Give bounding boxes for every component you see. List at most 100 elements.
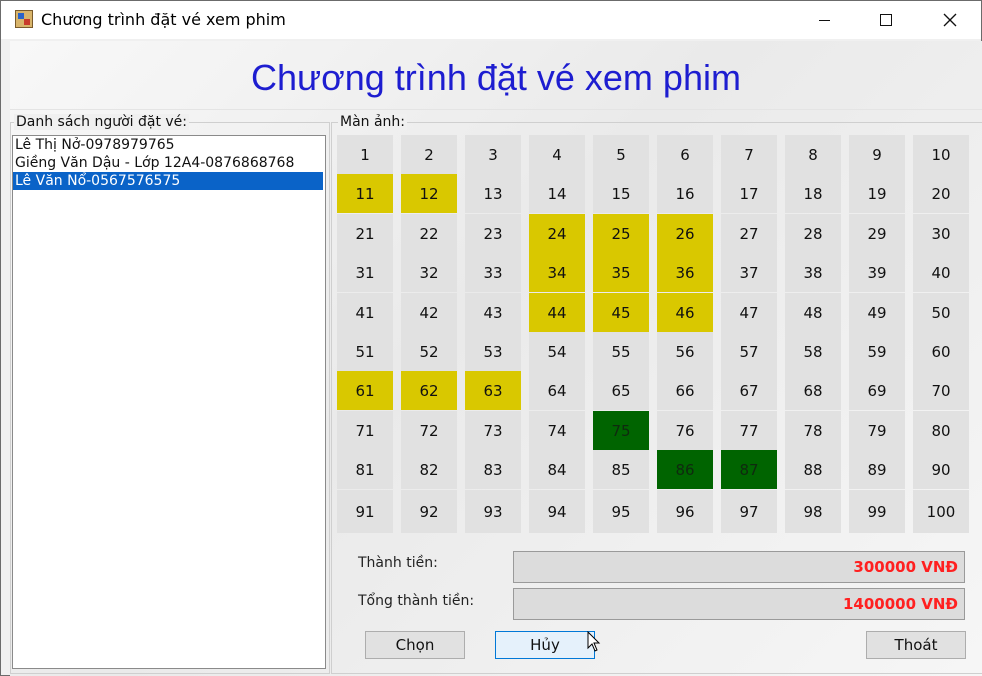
seat-button-11[interactable]: 11 — [337, 174, 393, 213]
choose-button[interactable]: Chọn — [365, 631, 465, 659]
seat-button-13[interactable]: 13 — [465, 174, 521, 213]
seat-button-48[interactable]: 48 — [785, 293, 841, 332]
seat-button-28[interactable]: 28 — [785, 214, 841, 253]
seat-button-64[interactable]: 64 — [529, 371, 585, 410]
list-item[interactable]: Giềng Văn Dậu - Lớp 12A4-0876868768 — [13, 154, 325, 172]
seat-button-1[interactable]: 1 — [337, 135, 393, 174]
seat-button-40[interactable]: 40 — [913, 253, 969, 292]
seat-button-9[interactable]: 9 — [849, 135, 905, 174]
seat-button-16[interactable]: 16 — [657, 174, 713, 213]
seat-button-63[interactable]: 63 — [465, 371, 521, 410]
seat-button-12[interactable]: 12 — [401, 174, 457, 213]
seat-button-21[interactable]: 21 — [337, 214, 393, 253]
seat-button-50[interactable]: 50 — [913, 293, 969, 332]
seat-button-94[interactable]: 94 — [529, 490, 585, 533]
seat-button-100[interactable]: 100 — [913, 490, 969, 533]
seat-button-68[interactable]: 68 — [785, 371, 841, 410]
seat-button-71[interactable]: 71 — [337, 411, 393, 450]
seat-button-33[interactable]: 33 — [465, 253, 521, 292]
seat-button-3[interactable]: 3 — [465, 135, 521, 174]
seat-button-25[interactable]: 25 — [593, 214, 649, 253]
seat-button-56[interactable]: 56 — [657, 332, 713, 371]
seat-button-6[interactable]: 6 — [657, 135, 713, 174]
seat-button-19[interactable]: 19 — [849, 174, 905, 213]
seat-button-59[interactable]: 59 — [849, 332, 905, 371]
seat-button-18[interactable]: 18 — [785, 174, 841, 213]
seat-button-83[interactable]: 83 — [465, 450, 521, 489]
minimize-button[interactable] — [801, 1, 847, 39]
seat-button-74[interactable]: 74 — [529, 411, 585, 450]
seat-button-23[interactable]: 23 — [465, 214, 521, 253]
seat-button-65[interactable]: 65 — [593, 371, 649, 410]
seat-button-69[interactable]: 69 — [849, 371, 905, 410]
seat-button-90[interactable]: 90 — [913, 450, 969, 489]
seat-button-87[interactable]: 87 — [721, 450, 777, 489]
seat-button-46[interactable]: 46 — [657, 293, 713, 332]
seat-button-39[interactable]: 39 — [849, 253, 905, 292]
seat-button-2[interactable]: 2 — [401, 135, 457, 174]
seat-button-45[interactable]: 45 — [593, 293, 649, 332]
seat-button-7[interactable]: 7 — [721, 135, 777, 174]
seat-button-41[interactable]: 41 — [337, 293, 393, 332]
seat-button-20[interactable]: 20 — [913, 174, 969, 213]
seat-button-89[interactable]: 89 — [849, 450, 905, 489]
seat-button-54[interactable]: 54 — [529, 332, 585, 371]
seat-button-76[interactable]: 76 — [657, 411, 713, 450]
seat-button-84[interactable]: 84 — [529, 450, 585, 489]
seat-button-67[interactable]: 67 — [721, 371, 777, 410]
list-item[interactable]: Lê Thị Nở-0978979765 — [13, 136, 325, 154]
seat-button-79[interactable]: 79 — [849, 411, 905, 450]
exit-button[interactable]: Thoát — [866, 631, 966, 659]
seat-button-10[interactable]: 10 — [913, 135, 969, 174]
seat-button-26[interactable]: 26 — [657, 214, 713, 253]
seat-button-81[interactable]: 81 — [337, 450, 393, 489]
seat-button-15[interactable]: 15 — [593, 174, 649, 213]
seat-button-60[interactable]: 60 — [913, 332, 969, 371]
seat-button-17[interactable]: 17 — [721, 174, 777, 213]
seat-button-61[interactable]: 61 — [337, 371, 393, 410]
seat-button-96[interactable]: 96 — [657, 490, 713, 533]
seat-button-57[interactable]: 57 — [721, 332, 777, 371]
seat-button-24[interactable]: 24 — [529, 214, 585, 253]
seat-button-52[interactable]: 52 — [401, 332, 457, 371]
seat-button-62[interactable]: 62 — [401, 371, 457, 410]
seat-button-82[interactable]: 82 — [401, 450, 457, 489]
seat-button-5[interactable]: 5 — [593, 135, 649, 174]
cancel-button[interactable]: Hủy — [495, 631, 595, 659]
seat-button-97[interactable]: 97 — [721, 490, 777, 533]
seat-button-55[interactable]: 55 — [593, 332, 649, 371]
seat-button-75[interactable]: 75 — [593, 411, 649, 450]
seat-button-36[interactable]: 36 — [657, 253, 713, 292]
seat-button-95[interactable]: 95 — [593, 490, 649, 533]
seat-button-43[interactable]: 43 — [465, 293, 521, 332]
seat-button-22[interactable]: 22 — [401, 214, 457, 253]
close-button[interactable] — [927, 1, 973, 39]
seat-button-66[interactable]: 66 — [657, 371, 713, 410]
seat-button-51[interactable]: 51 — [337, 332, 393, 371]
seat-button-14[interactable]: 14 — [529, 174, 585, 213]
seat-button-72[interactable]: 72 — [401, 411, 457, 450]
maximize-button[interactable] — [863, 1, 909, 39]
seat-button-44[interactable]: 44 — [529, 293, 585, 332]
seat-button-93[interactable]: 93 — [465, 490, 521, 533]
seat-button-42[interactable]: 42 — [401, 293, 457, 332]
seat-button-77[interactable]: 77 — [721, 411, 777, 450]
title-bar[interactable]: Chương trình đặt vé xem phim — [1, 1, 981, 39]
seat-button-80[interactable]: 80 — [913, 411, 969, 450]
seat-button-92[interactable]: 92 — [401, 490, 457, 533]
seat-button-88[interactable]: 88 — [785, 450, 841, 489]
seat-button-78[interactable]: 78 — [785, 411, 841, 450]
seat-button-32[interactable]: 32 — [401, 253, 457, 292]
seat-button-70[interactable]: 70 — [913, 371, 969, 410]
list-item[interactable]: Lê Văn Nổ-0567576575 — [13, 172, 323, 190]
seat-button-86[interactable]: 86 — [657, 450, 713, 489]
seat-button-85[interactable]: 85 — [593, 450, 649, 489]
seat-button-98[interactable]: 98 — [785, 490, 841, 533]
seat-button-73[interactable]: 73 — [465, 411, 521, 450]
seat-button-38[interactable]: 38 — [785, 253, 841, 292]
seat-button-31[interactable]: 31 — [337, 253, 393, 292]
customer-listbox[interactable]: Lê Thị Nở-0978979765 Giềng Văn Dậu - Lớp … — [12, 135, 326, 669]
seat-button-4[interactable]: 4 — [529, 135, 585, 174]
seat-button-37[interactable]: 37 — [721, 253, 777, 292]
seat-button-47[interactable]: 47 — [721, 293, 777, 332]
